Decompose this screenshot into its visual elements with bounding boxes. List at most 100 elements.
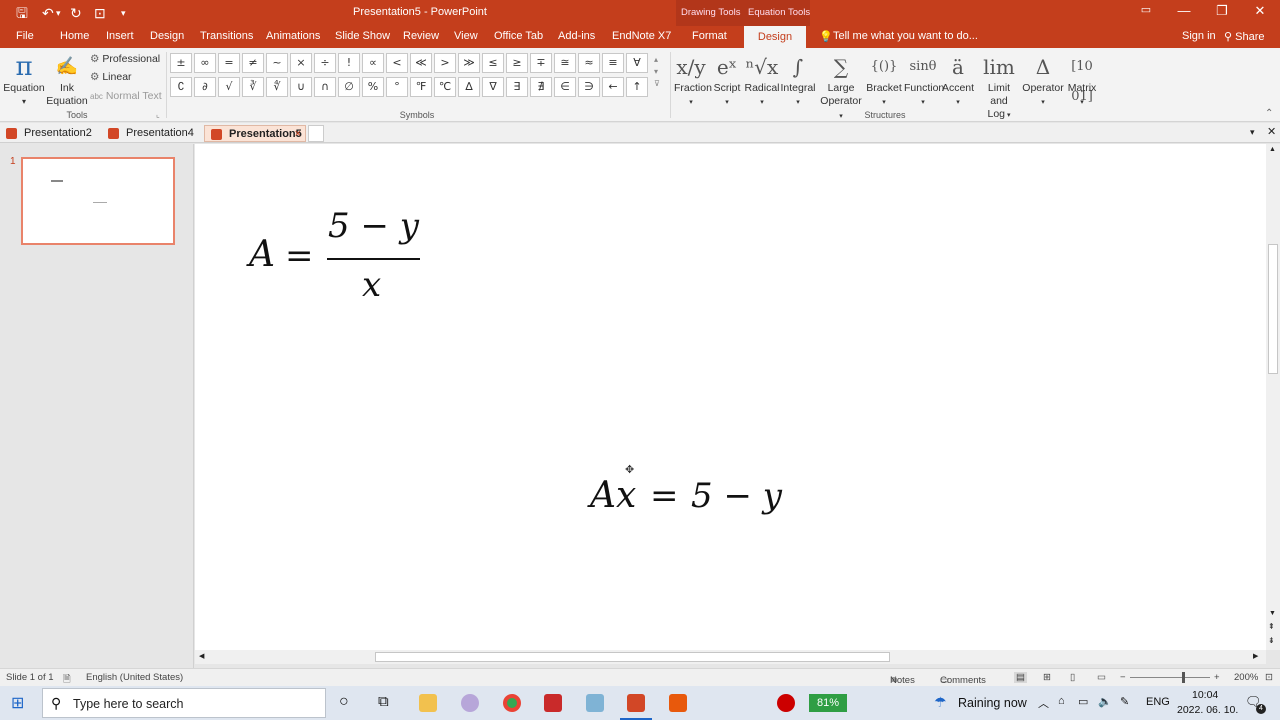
zoom-slider[interactable]: [1130, 677, 1210, 678]
symbol-button[interactable]: %: [362, 77, 384, 97]
professional-button[interactable]: ⚙ Professional: [90, 53, 160, 65]
new-tab-button[interactable]: [308, 125, 324, 142]
reading-view-icon[interactable]: ▯: [1070, 672, 1075, 683]
doc-tab-presentation2[interactable]: Presentation2: [0, 125, 98, 142]
linear-button[interactable]: ⚙ Linear: [90, 71, 132, 83]
pen-icon[interactable]: ✎: [1120, 695, 1129, 708]
symbol-button[interactable]: ≈: [578, 53, 600, 73]
symbol-button[interactable]: ∆: [458, 77, 480, 97]
zoom-in-icon[interactable]: +: [1214, 672, 1220, 683]
slide-sorter-icon[interactable]: ⊞: [1043, 672, 1051, 683]
horizontal-scroll-thumb[interactable]: [375, 652, 890, 662]
tray-app-icon[interactable]: [777, 694, 795, 712]
symbol-button[interactable]: ∓: [530, 53, 552, 73]
tray-icon[interactable]: ⌂: [1058, 695, 1065, 707]
horizontal-scrollbar[interactable]: ◀ ▶: [195, 650, 1266, 664]
structure-radical-button[interactable]: ⁿ√x Radical ▾: [744, 52, 780, 109]
slide-editing-area[interactable]: A = 5 − y x Ax = 5 − y ✥: [195, 144, 1266, 650]
tab-slide-show[interactable]: Slide Show: [335, 30, 390, 42]
symbol-button[interactable]: ÷: [314, 53, 336, 73]
symbol-button[interactable]: ~: [266, 53, 288, 73]
fit-slide-icon[interactable]: ⊡: [1265, 672, 1273, 683]
symbol-button[interactable]: ≥: [506, 53, 528, 73]
clock-date[interactable]: 2022. 06. 10.: [1177, 704, 1238, 716]
vertical-scrollbar[interactable]: ▲ ▼ ⇞ ⇟: [1266, 144, 1280, 650]
structure-matrix-button[interactable]: [10 01] Matrix ▾: [1066, 52, 1098, 109]
tab-animations[interactable]: Animations: [266, 30, 320, 42]
symbol-button[interactable]: ∩: [314, 77, 336, 97]
symbol-button[interactable]: ℉: [410, 77, 432, 97]
slideshow-view-icon[interactable]: ▭: [1097, 672, 1106, 683]
equation-button[interactable]: π Equation ▾: [2, 52, 46, 108]
paint-app-icon[interactable]: [586, 694, 604, 712]
tell-me-input[interactable]: Tell me what you want to do...: [833, 30, 978, 42]
windows-start-icon[interactable]: ⊞: [11, 693, 24, 713]
tab-insert[interactable]: Insert: [106, 30, 134, 42]
tab-home[interactable]: Home: [60, 30, 89, 42]
close-all-icon[interactable]: ✕: [1267, 125, 1276, 138]
symbol-button[interactable]: ∄: [530, 77, 552, 97]
symbol-button[interactable]: ∇: [482, 77, 504, 97]
tab-list-dropdown-icon[interactable]: ▾: [1250, 127, 1255, 138]
input-language[interactable]: ENG: [1146, 696, 1170, 708]
symbol-button[interactable]: ∝: [362, 53, 384, 73]
symbol-button[interactable]: ≪: [410, 53, 432, 73]
doc-tab-presentation5[interactable]: Presentation5 ×: [204, 125, 306, 142]
slide-thumbnail[interactable]: [21, 157, 175, 245]
ink-equation-button[interactable]: ✍ Ink Equation: [46, 52, 88, 108]
symbol-button[interactable]: ∅: [338, 77, 360, 97]
normal-view-icon[interactable]: ▤: [1014, 672, 1027, 683]
structure-accent-button[interactable]: ä Accent ▾: [940, 52, 976, 109]
structure-bracket-button[interactable]: {()} Bracket ▾: [866, 52, 902, 109]
symbol-button[interactable]: ≠: [242, 53, 264, 73]
symbol-button[interactable]: !: [338, 53, 360, 73]
tools-dialog-launcher-icon[interactable]: ⌞: [156, 110, 160, 119]
collapse-ribbon-icon[interactable]: ⌃: [1265, 108, 1273, 119]
symbol-button[interactable]: ∃: [506, 77, 528, 97]
previous-slide-icon[interactable]: ⇞: [1268, 622, 1275, 631]
share-button[interactable]: ⚲ Share: [1224, 30, 1264, 43]
structure-script-button[interactable]: eˣ Script ▾: [710, 52, 744, 109]
structure-integral-button[interactable]: ∫ Integral ▾: [780, 52, 816, 109]
doc-tab-presentation4[interactable]: Presentation4: [102, 125, 202, 142]
normal-text-button[interactable]: abc Normal Text: [90, 90, 162, 102]
symbol-button[interactable]: ↑: [626, 77, 648, 97]
symbol-button[interactable]: ∀: [626, 53, 648, 73]
chrome-icon[interactable]: [503, 694, 521, 712]
symbol-button[interactable]: ∂: [194, 77, 216, 97]
symbol-button[interactable]: ≅: [554, 53, 576, 73]
next-slide-icon[interactable]: ⇟: [1268, 636, 1275, 645]
tab-file[interactable]: File: [16, 30, 34, 42]
symbol-button[interactable]: ≫: [458, 53, 480, 73]
symbol-button[interactable]: √: [218, 77, 240, 97]
scroll-up-icon[interactable]: ▲: [1269, 146, 1276, 153]
battery-indicator[interactable]: 81%: [809, 694, 847, 712]
symbol-button[interactable]: ←: [602, 77, 624, 97]
app-icon[interactable]: [669, 694, 687, 712]
weather-text[interactable]: Raining now: [958, 696, 1027, 710]
task-view-icon[interactable]: ⧉: [378, 693, 389, 710]
zoom-slider-thumb[interactable]: [1182, 672, 1185, 683]
structure-large-button[interactable]: ∑ Large Operator ▾: [818, 52, 864, 123]
language-status[interactable]: English (United States): [86, 672, 183, 683]
tab-transitions[interactable]: Transitions: [200, 30, 253, 42]
tab-equation-design[interactable]: Design: [744, 26, 806, 48]
symbol-button[interactable]: ℃: [434, 77, 456, 97]
tab-review[interactable]: Review: [403, 30, 439, 42]
powerpoint-taskbar-icon[interactable]: [627, 694, 645, 712]
tab-office-tab[interactable]: Office Tab: [494, 30, 543, 42]
symbol-button[interactable]: ±: [170, 53, 192, 73]
symbol-button[interactable]: ×: [290, 53, 312, 73]
symbol-button[interactable]: ∈: [554, 77, 576, 97]
scroll-right-icon[interactable]: ▶: [1253, 652, 1258, 660]
file-explorer-icon[interactable]: [419, 694, 437, 712]
symbol-button[interactable]: ∞: [194, 53, 216, 73]
symbol-button[interactable]: ≡: [602, 53, 624, 73]
maximize-icon[interactable]: ❐: [1212, 3, 1232, 19]
symbol-button[interactable]: ∪: [290, 77, 312, 97]
symbol-button[interactable]: ≤: [482, 53, 504, 73]
tab-view[interactable]: View: [454, 30, 478, 42]
structure-limit-and-button[interactable]: lim Limit and Log ▾: [978, 52, 1020, 122]
tab-format[interactable]: Format: [692, 30, 727, 42]
tab-endnote[interactable]: EndNote X7: [612, 30, 671, 42]
